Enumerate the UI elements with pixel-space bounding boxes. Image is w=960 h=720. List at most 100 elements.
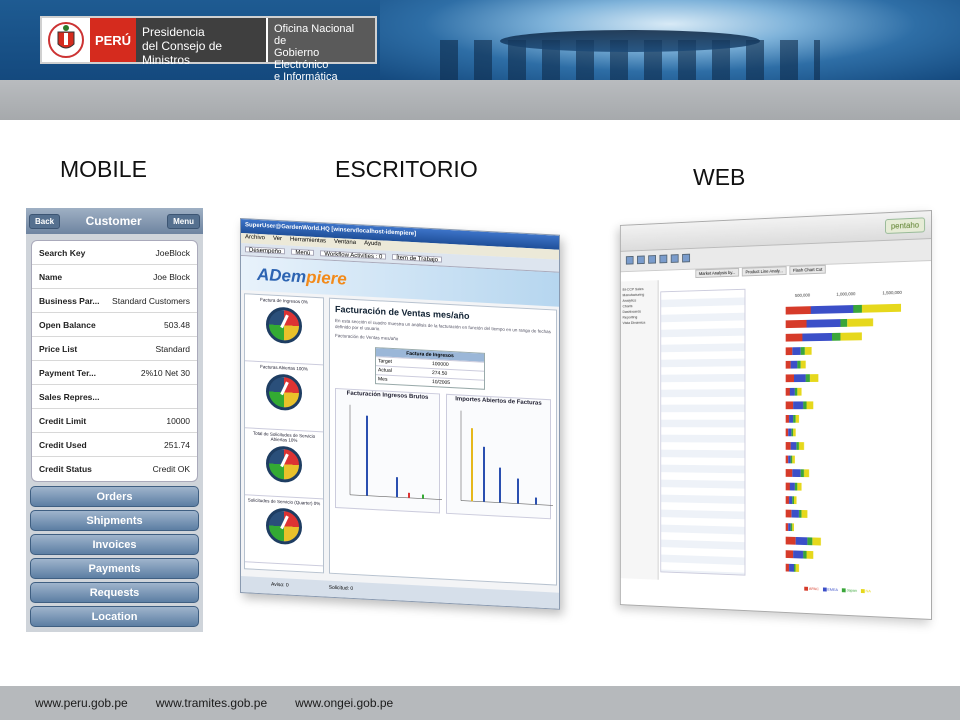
web-chart-bar-segment xyxy=(797,482,802,491)
web-chart-bar-segment xyxy=(803,401,807,410)
location-button[interactable]: Location xyxy=(30,606,199,627)
field-value: Standard xyxy=(155,343,191,354)
web-chart-bar-segment xyxy=(853,304,862,313)
web-label: WEB xyxy=(693,164,746,190)
field-value: 503.48 xyxy=(164,319,190,330)
customer-field-row[interactable]: Credit Status Credit OK xyxy=(32,457,197,481)
invoice-table: Factura de Ingresos Target 100000 Actual 27… xyxy=(375,346,485,390)
status-aviso[interactable]: Aviso: 0 xyxy=(271,582,289,591)
customer-field-row[interactable]: Payment Ter... 2%10 Net 30 xyxy=(32,361,197,385)
filter-icon[interactable] xyxy=(682,253,691,263)
web-chart-bar-segment xyxy=(804,346,812,355)
open-invoices-chart: Importes Abiertos de Facturas xyxy=(446,393,553,519)
coat-of-arms-icon xyxy=(44,18,88,62)
web-chart-bar-segment xyxy=(809,374,819,382)
invoices-button[interactable]: Invoices xyxy=(30,534,199,555)
brand-accent: piere xyxy=(306,267,347,289)
customer-detail-table: Search Key JoeBlock Name Joe Block Business … xyxy=(31,240,198,482)
web-chart-bar-segment xyxy=(790,442,797,450)
web-chart-bar-segment xyxy=(795,415,800,423)
presidencia-line-1: Presidencia xyxy=(142,25,205,39)
web-chart-bar-segment xyxy=(785,563,790,572)
web-chart-bar-segment xyxy=(797,387,802,396)
chart1-bar xyxy=(366,415,368,496)
customer-field-row[interactable]: Business Par... Standard Customers xyxy=(32,289,197,313)
customer-field-row[interactable]: Credit Used 251.74 xyxy=(32,433,197,457)
web-chart-bar-segment xyxy=(788,428,792,437)
menu-item[interactable]: Archivo xyxy=(245,234,265,243)
gauge-panel: Factura de Ingresos 0% Facturas Abiertas … xyxy=(244,293,324,574)
requests-button[interactable]: Requests xyxy=(30,582,199,603)
status-solicitud[interactable]: Solicitud: 0 xyxy=(329,585,353,594)
web-chart-bar-segment xyxy=(810,305,854,314)
chart2-bar xyxy=(471,427,473,501)
web-tab[interactable]: Product Line Analy... xyxy=(741,266,787,277)
web-chart-bar-segment xyxy=(793,550,804,559)
customer-field-row[interactable]: Credit Limit 10000 xyxy=(32,409,197,433)
chart2-bar xyxy=(517,478,519,504)
web-chart-bar-segment xyxy=(792,455,795,464)
customer-field-row[interactable]: Sales Repres... xyxy=(32,385,197,409)
field-value: Standard Customers xyxy=(112,295,190,306)
web-chart-bar-segment xyxy=(803,550,807,559)
footer-link[interactable]: www.tramites.gob.pe xyxy=(156,696,267,710)
footer-link[interactable]: www.peru.gob.pe xyxy=(35,696,128,710)
web-chart-bar-segment xyxy=(790,360,798,369)
web-folder-tree: BI-CCP Sales Manufacturing Analytics Charts… xyxy=(620,280,659,580)
menu-item[interactable]: Ventana xyxy=(334,239,356,248)
payments-button[interactable]: Payments xyxy=(30,558,199,579)
ongei-label: Oficina Nacional de Gobierno Electrónico… xyxy=(266,18,375,83)
gauge-card: Facturas Abiertas 100% xyxy=(245,361,323,433)
legend-item: NA xyxy=(861,588,871,593)
chart2-bar xyxy=(483,446,485,502)
adempiere-logo: ADempiere xyxy=(257,265,347,290)
field-value: JoeBlock xyxy=(155,247,191,258)
field-value: 10000 xyxy=(166,415,190,426)
web-chart-bar-segment xyxy=(785,550,794,559)
tab-item[interactable]: Workflow Activities : 0 xyxy=(320,250,387,260)
field-key: Credit Limit xyxy=(39,415,87,426)
web-chart-bar-segment xyxy=(806,319,841,328)
tab-item[interactable]: Ítem de Trabajo xyxy=(392,253,442,263)
header-gray-band xyxy=(0,80,960,120)
customer-field-row[interactable]: Open Balance 503.48 xyxy=(32,313,197,337)
web-tab[interactable]: Flash Chart Cut xyxy=(789,264,827,275)
desktop-body: Factura de Ingresos 0% Facturas Abiertas … xyxy=(241,290,560,587)
print-icon[interactable] xyxy=(648,255,656,264)
table-icon[interactable] xyxy=(670,254,679,263)
web-chart-bar-segment xyxy=(799,509,802,518)
axis-tick: 1,500,000 xyxy=(882,289,902,296)
web-chart-bar-segment xyxy=(790,455,793,464)
chart-icon[interactable] xyxy=(659,254,668,264)
mobile-menu-button[interactable]: Menu xyxy=(167,213,200,229)
orders-button[interactable]: Orders xyxy=(30,486,199,507)
gauge-card: Factura de Ingresos 0% xyxy=(245,294,323,366)
web-chart-bar-segment xyxy=(791,428,794,437)
field-value: 251.74 xyxy=(164,439,190,450)
tree-item[interactable]: Vista Dinámica xyxy=(622,320,656,326)
web-chart-bar-segment xyxy=(785,374,795,383)
menu-item[interactable]: Ver xyxy=(273,236,282,244)
web-chart-bar-segment xyxy=(789,387,795,396)
tab-item[interactable]: Menú xyxy=(291,248,315,257)
web-chart-bar-segment xyxy=(785,469,793,477)
gauge-dial-icon xyxy=(266,507,302,546)
web-chart-bar-segment xyxy=(806,401,814,410)
menu-item[interactable]: Ayuda xyxy=(364,241,381,250)
mobile-back-button[interactable]: Back xyxy=(29,213,61,229)
customer-field-row[interactable]: Name Joe Block xyxy=(32,265,197,289)
web-chart-bar-segment xyxy=(847,318,874,327)
customer-field-row[interactable]: Price List Standard xyxy=(32,337,197,361)
customer-field-row[interactable]: Search Key JoeBlock xyxy=(32,241,197,265)
open-icon[interactable] xyxy=(625,255,634,265)
room-table xyxy=(500,30,760,52)
footer-link[interactable]: www.ongei.gob.pe xyxy=(295,696,393,710)
shipments-button[interactable]: Shipments xyxy=(30,510,199,531)
web-tab[interactable]: Market Analysis by... xyxy=(695,267,740,279)
web-chart-bar-segment xyxy=(785,509,792,518)
web-chart-bar-segment xyxy=(789,496,793,504)
tab-item[interactable]: Desempeño xyxy=(245,246,286,255)
web-chart-bar-segment xyxy=(861,303,902,313)
field-key: Payment Ter... xyxy=(39,367,97,378)
save-icon[interactable] xyxy=(637,255,645,265)
